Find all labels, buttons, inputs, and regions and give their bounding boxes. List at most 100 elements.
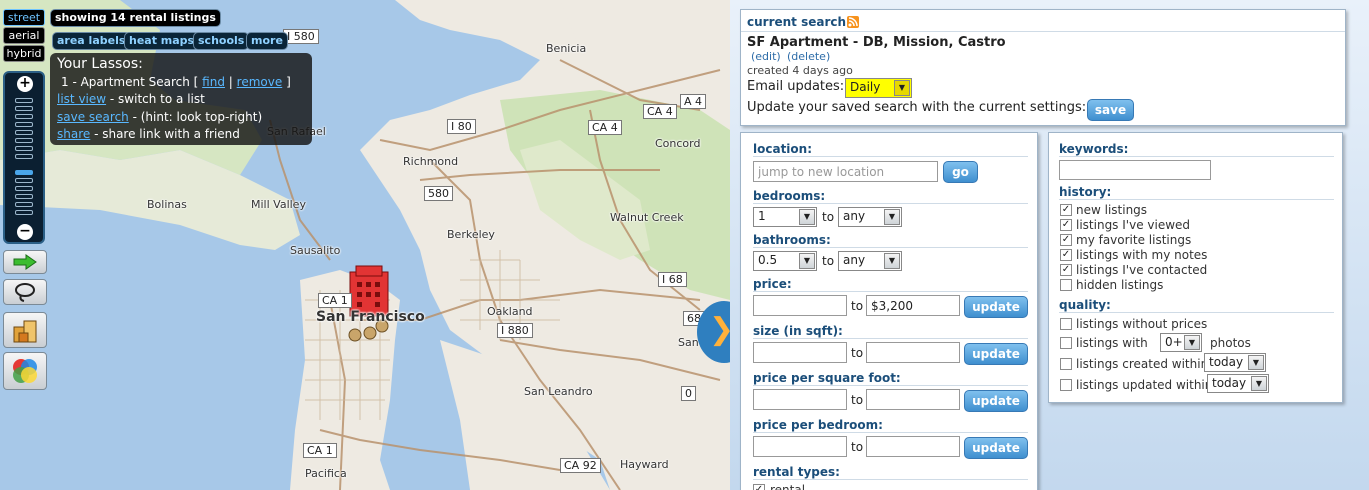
zoom-level-step[interactable] bbox=[15, 154, 33, 159]
quality-label: quality: bbox=[1059, 298, 1111, 312]
zoom-out-button[interactable]: − bbox=[17, 224, 33, 240]
price-per-bedroom-label: price per bedroom: bbox=[753, 418, 883, 432]
place-label: Walnut Creek bbox=[610, 211, 684, 224]
history-viewed-checkbox[interactable]: ✓ bbox=[1060, 219, 1072, 231]
current-search-panel: current search SF Apartment - DB, Missio… bbox=[740, 9, 1346, 126]
go-button[interactable]: go bbox=[943, 161, 978, 183]
chevron-down-icon: ▼ bbox=[894, 80, 910, 96]
quality-photos-checkbox[interactable] bbox=[1060, 337, 1072, 349]
price-max-input[interactable] bbox=[866, 295, 960, 316]
map-view[interactable]: Benicia Concord San Rafael Richmond Boli… bbox=[0, 0, 730, 490]
quality-without-prices-checkbox[interactable] bbox=[1060, 318, 1072, 330]
lasso-find-link[interactable]: find bbox=[202, 75, 225, 89]
photos-label: photos bbox=[1210, 336, 1251, 350]
zoom-in-button[interactable]: + bbox=[17, 76, 33, 92]
list-view-link[interactable]: list view bbox=[57, 92, 106, 106]
highway-shield: CA 4 bbox=[643, 104, 677, 119]
history-favorite-checkbox[interactable]: ✓ bbox=[1060, 234, 1072, 246]
layer-more-button[interactable]: more bbox=[246, 32, 288, 50]
zoom-level-step[interactable] bbox=[15, 178, 33, 183]
divider bbox=[753, 479, 1028, 480]
zoom-level-step[interactable] bbox=[15, 186, 33, 191]
zoom-level-step[interactable] bbox=[15, 210, 33, 215]
zoom-level-step[interactable] bbox=[15, 122, 33, 127]
lasso-remove-link[interactable]: remove bbox=[237, 75, 283, 89]
ppb-update-button[interactable]: update bbox=[964, 437, 1028, 459]
bathrooms-max-value: any bbox=[843, 253, 866, 267]
keywords-input[interactable] bbox=[1059, 160, 1211, 180]
layer-heat-maps-button[interactable]: heat maps bbox=[124, 32, 200, 50]
history-contacted-checkbox[interactable]: ✓ bbox=[1060, 264, 1072, 276]
rss-icon[interactable] bbox=[847, 16, 859, 28]
search-name: SF Apartment - DB, Mission, Castro bbox=[747, 35, 1006, 50]
highway-shield: I 580 bbox=[283, 29, 319, 44]
lassos-title: Your Lassos: bbox=[57, 56, 143, 72]
ppsf-max-input[interactable] bbox=[866, 389, 960, 410]
history-notes-checkbox[interactable]: ✓ bbox=[1060, 249, 1072, 261]
created-within-value: today bbox=[1209, 355, 1244, 369]
highway-shield: CA 92 bbox=[560, 458, 601, 473]
quality-updated-checkbox[interactable] bbox=[1060, 379, 1072, 391]
zoom-level-step[interactable] bbox=[15, 106, 33, 111]
size-update-button[interactable]: update bbox=[964, 343, 1028, 365]
bedrooms-min-select[interactable]: 1 ▼ bbox=[753, 207, 817, 227]
rental-type-checkbox[interactable]: ✓ bbox=[753, 484, 765, 490]
zoom-control: + − bbox=[3, 71, 45, 244]
layer-schools-button[interactable]: schools bbox=[193, 32, 250, 50]
history-hidden-checkbox[interactable] bbox=[1060, 279, 1072, 291]
location-input[interactable] bbox=[753, 161, 938, 182]
quality-created-checkbox[interactable] bbox=[1060, 358, 1072, 370]
share-desc: - share link with a friend bbox=[90, 127, 240, 141]
delete-search-link[interactable]: (delete) bbox=[787, 50, 830, 63]
zoom-level-step[interactable] bbox=[15, 98, 33, 103]
price-min-input[interactable] bbox=[753, 295, 847, 316]
lasso-item-suffix: ] bbox=[286, 74, 291, 89]
map-type-street[interactable]: street bbox=[3, 9, 45, 26]
to-label: to bbox=[851, 440, 864, 454]
place-label: Pacifica bbox=[305, 467, 347, 480]
map-type-aerial[interactable]: aerial bbox=[3, 27, 45, 44]
edit-search-link[interactable]: (edit) bbox=[751, 50, 781, 63]
email-updates-select[interactable]: Daily ▼ bbox=[845, 78, 912, 98]
lasso-tool-button[interactable] bbox=[3, 279, 47, 305]
buildings-layer-button[interactable] bbox=[3, 312, 47, 348]
history-new-listings-checkbox[interactable]: ✓ bbox=[1060, 204, 1072, 216]
created-within-select[interactable]: today ▼ bbox=[1204, 353, 1266, 372]
layer-area-labels-button[interactable]: area labels bbox=[52, 32, 131, 50]
photos-count-select[interactable]: 0+ ▼ bbox=[1160, 333, 1202, 352]
price-update-button[interactable]: update bbox=[964, 296, 1028, 318]
to-label: to bbox=[822, 254, 835, 268]
history-label: history: bbox=[1059, 185, 1112, 199]
history-hidden-label: hidden listings bbox=[1076, 278, 1164, 292]
bedrooms-max-value: any bbox=[843, 209, 866, 223]
zoom-level-step[interactable] bbox=[15, 194, 33, 199]
place-label: San Leandro bbox=[524, 385, 593, 398]
size-min-input[interactable] bbox=[753, 342, 847, 363]
ppb-max-input[interactable] bbox=[866, 436, 960, 457]
size-max-input[interactable] bbox=[866, 342, 960, 363]
bedrooms-max-select[interactable]: any ▼ bbox=[838, 207, 902, 227]
ppb-min-input[interactable] bbox=[753, 436, 847, 457]
rental-type-label: rental bbox=[770, 483, 806, 490]
colors-layer-button[interactable] bbox=[3, 352, 47, 390]
location-label: location: bbox=[753, 142, 813, 156]
updated-within-select[interactable]: today ▼ bbox=[1207, 374, 1269, 393]
ppsf-update-button[interactable]: update bbox=[964, 390, 1028, 412]
zoom-level-current[interactable] bbox=[15, 170, 33, 175]
update-search-text: Update your saved search with the curren… bbox=[747, 100, 1087, 115]
share-link[interactable]: share bbox=[57, 127, 90, 141]
zoom-level-step[interactable] bbox=[15, 130, 33, 135]
bathrooms-max-select[interactable]: any ▼ bbox=[838, 251, 902, 271]
chevron-down-icon: ▼ bbox=[884, 253, 900, 269]
map-type-hybrid[interactable]: hybrid bbox=[3, 45, 45, 62]
save-search-button[interactable]: save bbox=[1087, 99, 1134, 121]
price-label: price: bbox=[753, 277, 792, 291]
zoom-level-step[interactable] bbox=[15, 138, 33, 143]
save-search-link[interactable]: save search bbox=[57, 110, 129, 124]
zoom-level-step[interactable] bbox=[15, 114, 33, 119]
zoom-level-step[interactable] bbox=[15, 202, 33, 207]
bathrooms-min-select[interactable]: 0.5 ▼ bbox=[753, 251, 817, 271]
zoom-level-step[interactable] bbox=[15, 146, 33, 151]
ppsf-min-input[interactable] bbox=[753, 389, 847, 410]
green-arrow-button[interactable] bbox=[3, 250, 47, 274]
